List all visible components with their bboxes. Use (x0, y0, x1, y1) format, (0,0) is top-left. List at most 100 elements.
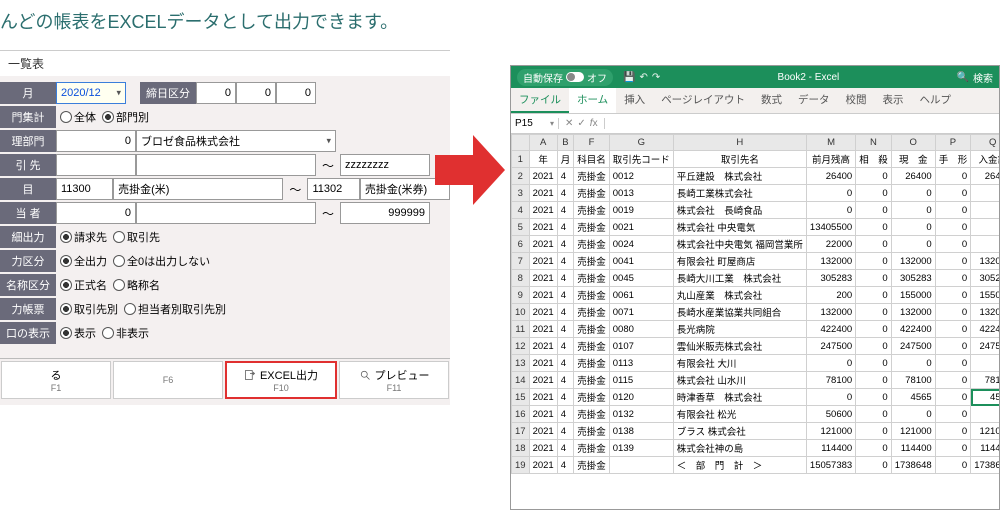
cell[interactable]: 0 (891, 202, 935, 219)
tori-to[interactable]: zzzzzzzz (340, 154, 430, 176)
cell[interactable]: 305283 (971, 270, 999, 287)
kamoku-from-code[interactable]: 11300 (56, 178, 113, 200)
cell[interactable]: 50600 (806, 406, 855, 423)
column-label[interactable]: 手 形 (935, 151, 971, 168)
cell[interactable]: 132000 (891, 253, 935, 270)
cell[interactable]: 2021 (529, 372, 557, 389)
cell[interactable]: 0 (856, 355, 892, 372)
row-header[interactable]: 9 (512, 287, 530, 304)
row-header[interactable]: 5 (512, 219, 530, 236)
row-header[interactable]: 13 (512, 355, 530, 372)
cell[interactable]: 0 (935, 372, 971, 389)
column-label[interactable]: 取引先コード (609, 151, 673, 168)
cell[interactable]: 売掛金 (574, 406, 610, 423)
cell[interactable]: 0045 (609, 270, 673, 287)
cell[interactable]: 丸山産業 株式会社 (673, 287, 806, 304)
autosave-toggle[interactable]: 自動保存 オフ (517, 69, 613, 86)
cell[interactable]: 2021 (529, 185, 557, 202)
cell[interactable]: 15057383 (806, 457, 855, 474)
cell[interactable]: 雲仙米販売株式会社 (673, 338, 806, 355)
cell[interactable]: 0 (856, 287, 892, 304)
cell[interactable]: 132000 (971, 304, 999, 321)
cell[interactable]: 422400 (806, 321, 855, 338)
cell[interactable]: 売掛金 (574, 338, 610, 355)
cell[interactable]: 2021 (529, 406, 557, 423)
cell[interactable]: 0019 (609, 202, 673, 219)
f1-button[interactable]: るF1 (1, 361, 111, 399)
spreadsheet-grid[interactable]: ABFGHMNOPQR1年月科目名取引先コード取引先名前月残高相 殺現 金手 形… (511, 134, 999, 509)
column-label[interactable]: 取引先名 (673, 151, 806, 168)
cell[interactable]: 0 (935, 389, 971, 406)
cell[interactable]: 0 (935, 321, 971, 338)
cell[interactable]: 株式会社 山水川 (673, 372, 806, 389)
cell[interactable]: 0 (856, 389, 892, 406)
cell[interactable]: 0 (935, 406, 971, 423)
radio-show[interactable]: 表示 (60, 325, 96, 341)
cell[interactable]: 0024 (609, 236, 673, 253)
cancel-icon[interactable]: ✕ (565, 118, 573, 129)
row-header[interactable]: 6 (512, 236, 530, 253)
col-header-H[interactable]: H (673, 135, 806, 151)
cell[interactable]: 2021 (529, 270, 557, 287)
tanto-name[interactable] (136, 202, 316, 224)
cell[interactable]: 0 (935, 423, 971, 440)
cell[interactable]: 0 (856, 423, 892, 440)
row-header[interactable]: 10 (512, 304, 530, 321)
cell[interactable]: 0 (935, 219, 971, 236)
cell[interactable]: 0 (935, 168, 971, 185)
radio-torihikisaki[interactable]: 取引先 (113, 229, 160, 245)
cell[interactable]: 4 (557, 287, 574, 304)
cell[interactable]: 0041 (609, 253, 673, 270)
cell[interactable]: 0 (935, 253, 971, 270)
cell[interactable]: 132000 (806, 253, 855, 270)
cell[interactable]: 売掛金 (574, 440, 610, 457)
radio-bumonbetsu[interactable]: 部門別 (102, 109, 149, 125)
cell[interactable]: 4 (557, 168, 574, 185)
row-header[interactable]: 16 (512, 406, 530, 423)
cell[interactable]: 0 (935, 440, 971, 457)
radio-torihikibetsu[interactable]: 取引先別 (60, 301, 118, 317)
cell[interactable]: 売掛金 (574, 168, 610, 185)
row-header[interactable]: 4 (512, 202, 530, 219)
cell[interactable]: 0 (935, 338, 971, 355)
shimebi-3[interactable]: 0 (276, 82, 316, 104)
cell[interactable]: 4 (557, 372, 574, 389)
column-label[interactable]: 年 (529, 151, 557, 168)
save-icon[interactable]: 💾 (623, 72, 635, 83)
cell[interactable]: 4 (557, 389, 574, 406)
cell[interactable]: ＜ 部 門 計 ＞ (673, 457, 806, 474)
cell[interactable]: 0 (856, 457, 892, 474)
cell[interactable]: 0 (806, 185, 855, 202)
cell[interactable]: 0012 (609, 168, 673, 185)
cell[interactable]: 売掛金 (574, 185, 610, 202)
cell[interactable]: 0139 (609, 440, 673, 457)
radio-zentai[interactable]: 全体 (60, 109, 96, 125)
cell[interactable]: 0 (935, 287, 971, 304)
col-header-F[interactable]: F (574, 135, 610, 151)
redo-icon[interactable]: ↷ (652, 72, 660, 83)
cell[interactable]: 0 (935, 236, 971, 253)
select-all-corner[interactable] (512, 135, 530, 151)
cell[interactable]: 4 (557, 457, 574, 474)
cell[interactable]: 0 (856, 202, 892, 219)
check-icon[interactable]: ✓ (577, 118, 585, 129)
cell[interactable]: 2021 (529, 457, 557, 474)
cell[interactable]: 26400 (806, 168, 855, 185)
cell[interactable]: 0 (806, 389, 855, 406)
row-header[interactable]: 14 (512, 372, 530, 389)
row-header[interactable]: 1 (512, 151, 530, 168)
cell[interactable]: 0120 (609, 389, 673, 406)
cell[interactable]: 売掛金 (574, 389, 610, 406)
cell[interactable]: 売掛金 (574, 270, 610, 287)
cell[interactable]: 4 (557, 270, 574, 287)
cell[interactable]: 155000 (971, 287, 999, 304)
ribbon-tab-5[interactable]: データ (790, 88, 838, 113)
tori-from-name[interactable] (136, 154, 316, 176)
cell[interactable]: 株式会社 中央電気 (673, 219, 806, 236)
cell[interactable]: 時津香草 株式会社 (673, 389, 806, 406)
cell[interactable]: 売掛金 (574, 236, 610, 253)
kamoku-to-code[interactable]: 11302 (307, 178, 359, 200)
cell[interactable]: 1738648 (891, 457, 935, 474)
col-header-O[interactable]: O (891, 135, 935, 151)
cell[interactable]: 0 (891, 236, 935, 253)
